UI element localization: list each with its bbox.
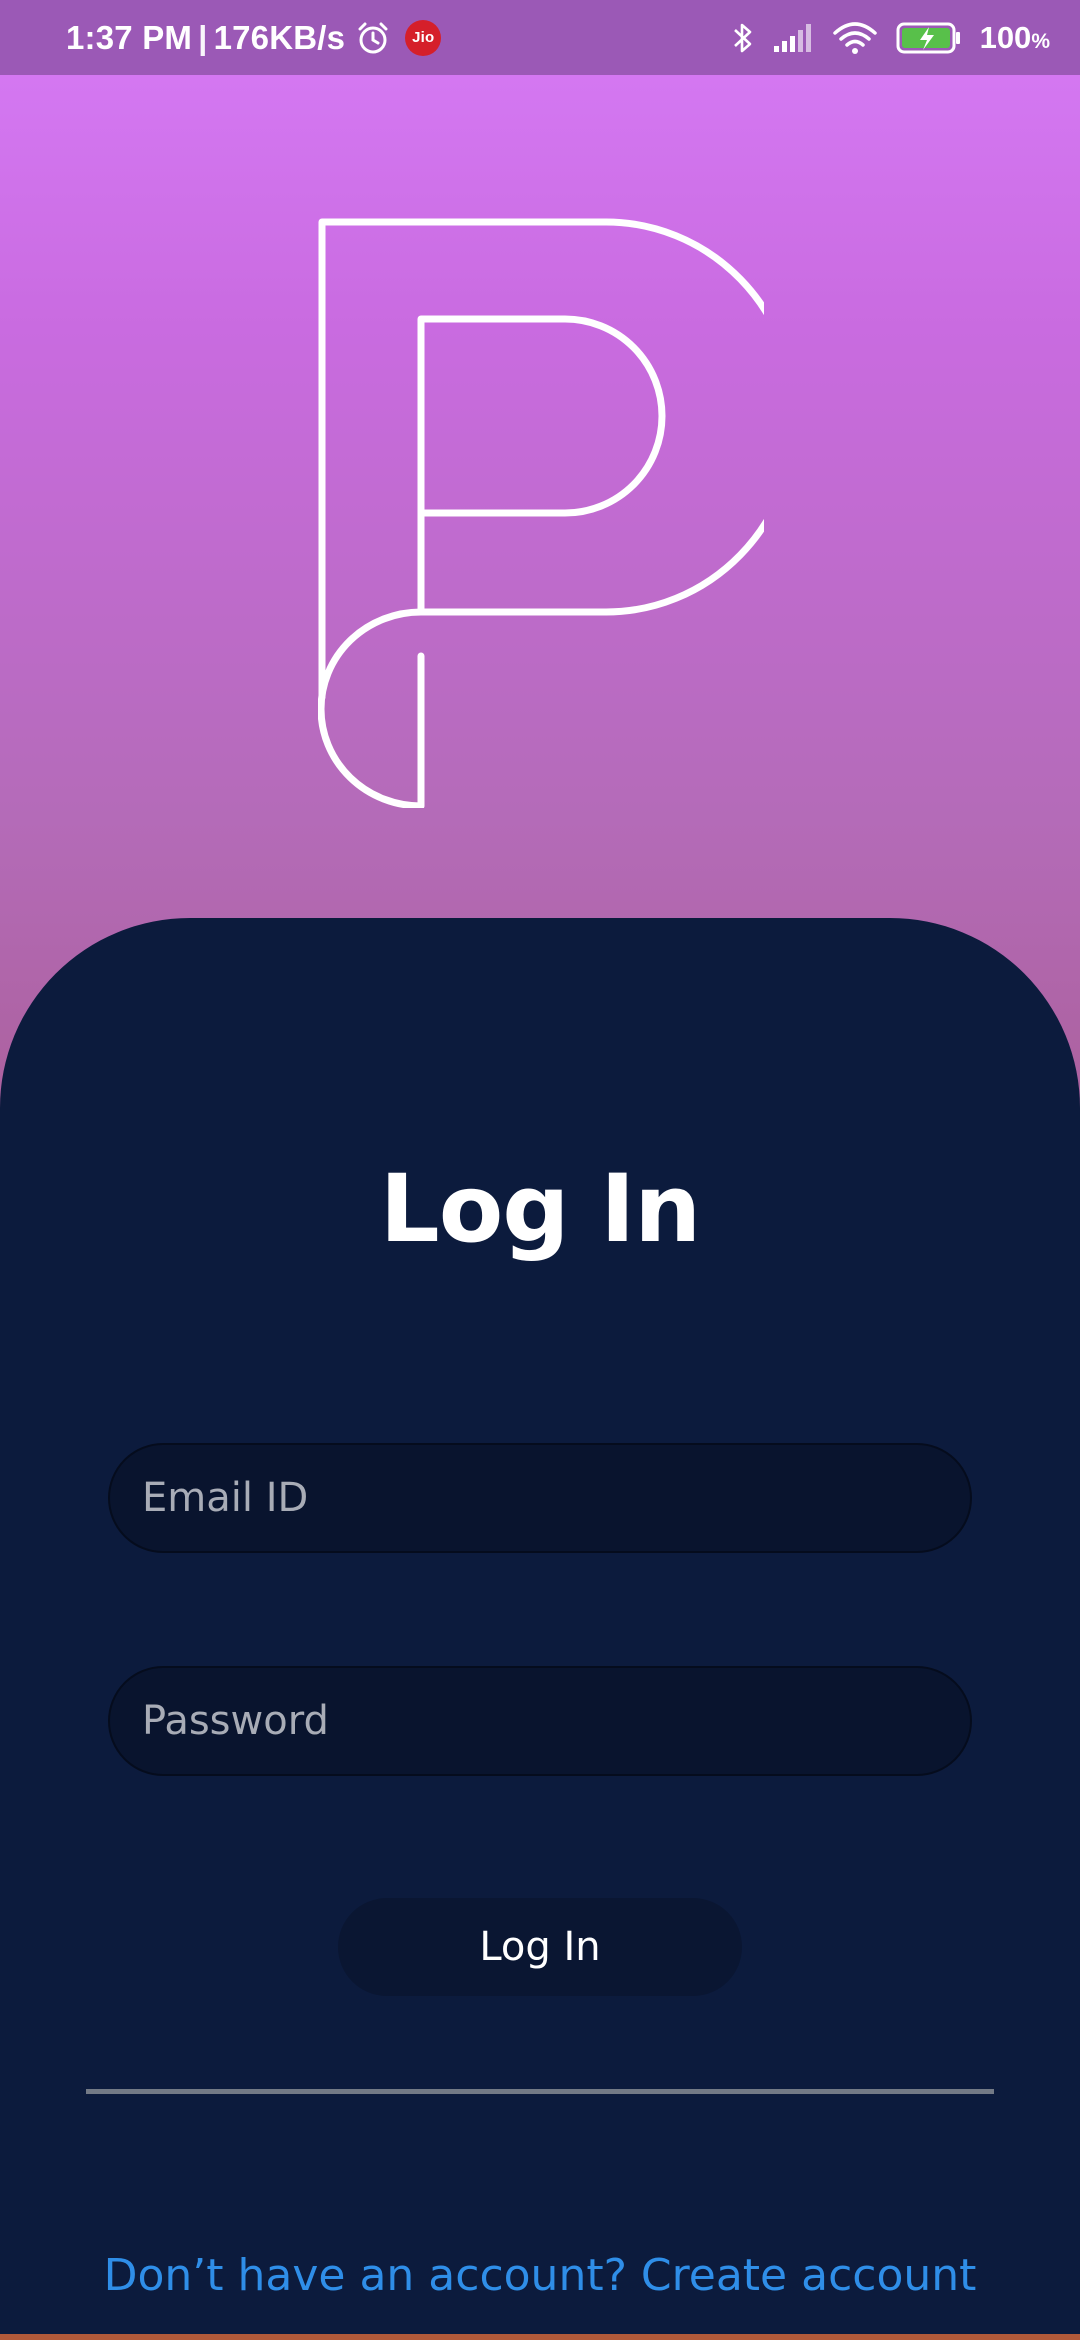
password-field[interactable]: Password	[108, 1666, 972, 1776]
bottom-edge	[0, 2334, 1080, 2340]
alarm-icon	[355, 20, 391, 56]
wifi-icon	[832, 21, 878, 55]
login-screen: 1:37 PM | 176KB/s Jio 100% Log In Email …	[0, 0, 1080, 2340]
login-button[interactable]: Log In	[338, 1898, 742, 1996]
battery-charging-icon	[896, 21, 962, 55]
password-placeholder: Password	[142, 1698, 329, 1744]
status-time: 1:37 PM	[66, 18, 193, 56]
network-speed: 176KB/s	[213, 18, 346, 56]
email-field[interactable]: Email ID	[108, 1443, 972, 1553]
p-logo-icon	[317, 218, 800, 810]
battery-percent-value: 100	[979, 19, 1032, 55]
status-separator: |	[198, 18, 208, 56]
signal-icon	[772, 22, 814, 54]
login-card	[0, 918, 1080, 2340]
email-placeholder: Email ID	[142, 1475, 309, 1521]
status-bar: 1:37 PM | 176KB/s Jio 100%	[0, 0, 1080, 75]
create-account-link[interactable]: Don’t have an account? Create account	[0, 2246, 1080, 2306]
divider	[86, 2089, 994, 2094]
status-right: 100%	[732, 0, 1050, 75]
jio-icon: Jio	[405, 19, 442, 56]
battery-percent: 100%	[980, 20, 1050, 56]
bluetooth-icon	[732, 20, 754, 56]
battery-percent-unit: %	[1031, 29, 1050, 53]
status-left: 1:37 PM | 176KB/s Jio	[66, 0, 442, 75]
page-title: Log In	[379, 1155, 701, 1264]
